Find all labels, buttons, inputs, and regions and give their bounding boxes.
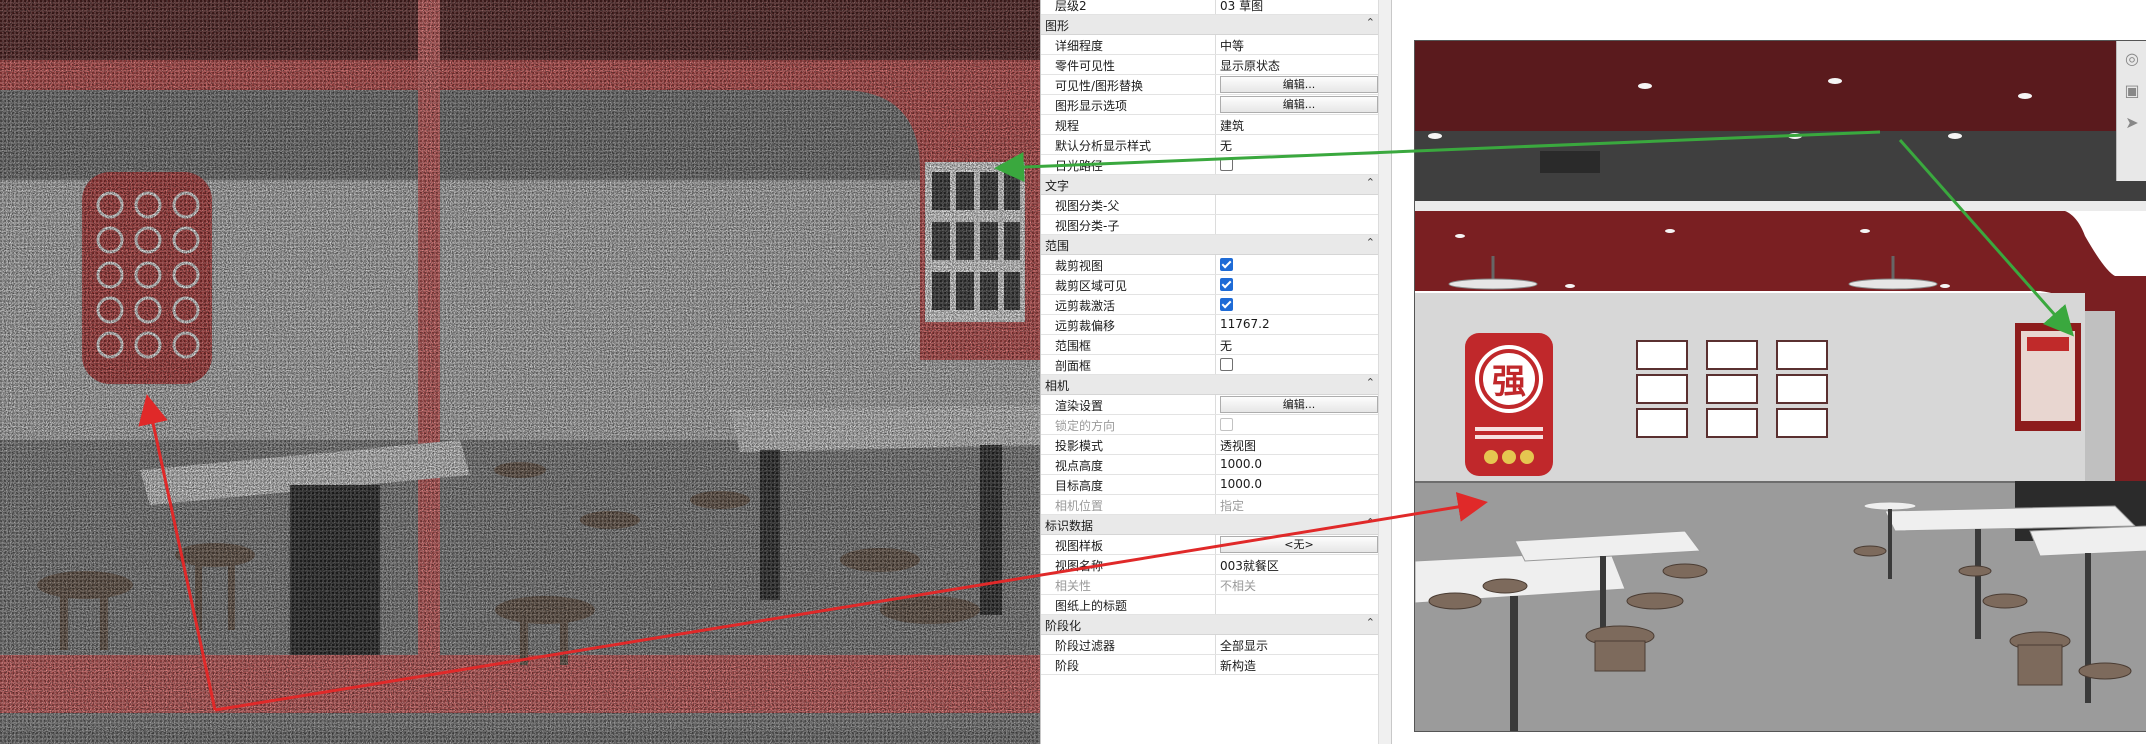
red-arrow-to-panel (138, 394, 217, 711)
green-arrow-to-picture (1898, 139, 2074, 337)
red-arrow-to-viewport-panel (214, 492, 1488, 712)
green-arrow-to-frames (994, 130, 1881, 183)
annotation-arrows (138, 130, 2074, 712)
